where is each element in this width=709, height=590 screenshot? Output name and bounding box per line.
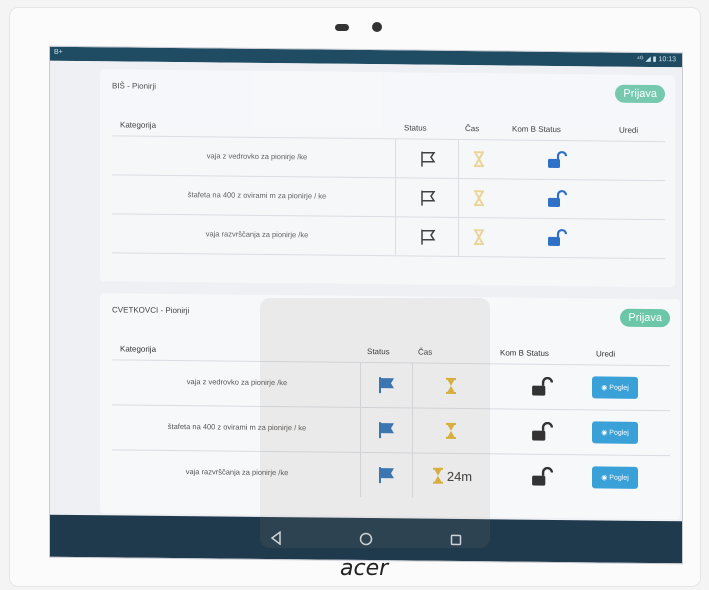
hourglass-icon <box>445 422 456 439</box>
row-kategorija: štafeta na 400 z ovirami m za pionirje /… <box>167 421 307 433</box>
unlock-icon <box>548 150 567 169</box>
header-kom: Kom B Status <box>512 124 561 135</box>
section-cvetkovci: CVETKOVCI - Pionirji Prijava Kategorija … <box>100 293 680 520</box>
front-camera <box>372 22 382 32</box>
row-status <box>402 178 454 217</box>
row-kategorija: vaja razvrščanja za pionirje /ke <box>185 467 289 478</box>
eye-icon: ◉ <box>601 474 608 482</box>
flag-icon <box>379 422 394 439</box>
row-cas: 24m <box>412 453 492 498</box>
flag-icon <box>421 190 436 206</box>
table-row: vaja z vedrovko za pionirje /ke <box>112 360 670 412</box>
unlock-icon <box>532 466 553 486</box>
poglej-label: Poglej <box>609 474 629 482</box>
row-kom <box>512 365 572 410</box>
poglej-button[interactable]: ◉ Poglej <box>592 421 638 444</box>
row-cas <box>412 408 492 453</box>
table-row: štafeta na 400 z ovirami m za pionirje /… <box>112 175 665 221</box>
row-status <box>362 408 412 453</box>
category-table: Kategorija Status Čas Kom B Status Uredi… <box>112 113 665 260</box>
unlock-icon <box>548 189 567 208</box>
unlock-icon <box>532 421 553 441</box>
nav-home-button[interactable] <box>356 529 376 549</box>
hourglass-icon <box>473 151 484 168</box>
section-bis: BIŠ - Pionirji Prijava Kategorija Status… <box>100 69 675 288</box>
category-table: Kategorija Status Čas Kom B Status Uredi… <box>112 337 670 500</box>
row-kategorija: vaja razvrščanja za pionirje /ke <box>205 229 309 240</box>
header-cas: Čas <box>418 347 433 357</box>
row-uredi: ◉ Poglej <box>580 365 650 410</box>
flag-icon <box>379 467 394 484</box>
table-row: vaja razvrščanja za pionirje /ke <box>112 214 665 260</box>
header-cas: Čas <box>465 124 480 134</box>
flag-icon <box>421 229 436 245</box>
poglej-button[interactable]: ◉ Poglej <box>592 376 638 399</box>
row-status <box>362 453 412 498</box>
header-kategorija: Kategorija <box>120 120 157 130</box>
eye-icon: ◉ <box>601 384 608 392</box>
flag-icon <box>421 151 436 167</box>
row-status <box>402 217 454 256</box>
unlock-icon <box>548 228 567 247</box>
hourglass-icon <box>445 377 456 394</box>
section-title: CVETKOVCI - Pionirji <box>112 305 190 316</box>
row-kom <box>512 410 572 455</box>
nav-back-button[interactable] <box>266 528 286 548</box>
row-kategorija: štafeta na 400 z ovirami m za pionirje /… <box>187 190 327 201</box>
speaker-slot <box>335 24 349 31</box>
poglej-button[interactable]: ◉ Poglej <box>592 466 638 489</box>
tablet-screen: B+ ⁴ᴳ ◢ ▮ 10:13 BIŠ - Pionirji Prijava K… <box>50 46 682 564</box>
row-status <box>362 363 412 408</box>
row-kategorija: vaja z vedrovko za pionirje /ke <box>186 377 288 388</box>
row-kategorija: vaja z vedrovko za pionirje /ke <box>206 151 308 162</box>
header-kategorija: Kategorija <box>120 344 157 354</box>
row-cas-text: 24m <box>446 468 473 484</box>
row-kom <box>532 180 582 219</box>
back-triangle-icon <box>270 530 281 546</box>
app-content: BIŠ - Pionirji Prijava Kategorija Status… <box>50 60 682 523</box>
row-cas <box>458 218 502 256</box>
home-circle-icon <box>359 532 373 546</box>
row-status <box>402 139 454 178</box>
row-uredi: ◉ Poglej <box>580 455 650 500</box>
unlock-icon <box>532 376 553 396</box>
hourglass-icon <box>473 190 484 207</box>
tablet-frame: B+ ⁴ᴳ ◢ ▮ 10:13 BIŠ - Pionirji Prijava K… <box>10 8 700 586</box>
prijava-button[interactable]: Prijava <box>615 84 665 104</box>
hourglass-icon <box>473 229 484 246</box>
table-row: vaja z vedrovko za pionirje /ke <box>112 136 665 182</box>
header-status: Status <box>367 347 390 357</box>
status-right: ⁴ᴳ ◢ ▮ 10:13 <box>636 55 676 64</box>
row-cas <box>458 179 502 217</box>
row-kom <box>532 219 582 258</box>
header-uredi: Uredi <box>619 125 639 135</box>
row-uredi: ◉ Poglej <box>580 410 650 455</box>
row-cas <box>412 363 492 408</box>
header-kom: Kom B Status <box>500 348 549 358</box>
row-cas <box>458 140 502 178</box>
hourglass-icon <box>432 467 443 484</box>
recents-square-icon <box>450 534 462 546</box>
prijava-button[interactable]: Prijava <box>620 308 670 328</box>
row-kom <box>532 141 582 180</box>
status-left: B+ <box>54 48 63 56</box>
table-row: vaja razvrščanja za pionirje /ke 24m ◉ P… <box>112 450 670 500</box>
poglej-label: Poglej <box>609 429 629 437</box>
nav-recents-button[interactable] <box>446 530 466 550</box>
flag-icon <box>379 377 394 394</box>
row-kom <box>512 455 572 500</box>
section-title: BIŠ - Pionirji <box>112 81 157 91</box>
header-uredi: Uredi <box>596 349 616 359</box>
brand-logo: acer <box>340 556 389 581</box>
table-row: štafeta na 400 z ovirami m za pionirje /… <box>112 405 670 457</box>
eye-icon: ◉ <box>601 429 608 437</box>
header-status: Status <box>404 123 427 133</box>
poglej-label: Poglej <box>609 384 629 392</box>
